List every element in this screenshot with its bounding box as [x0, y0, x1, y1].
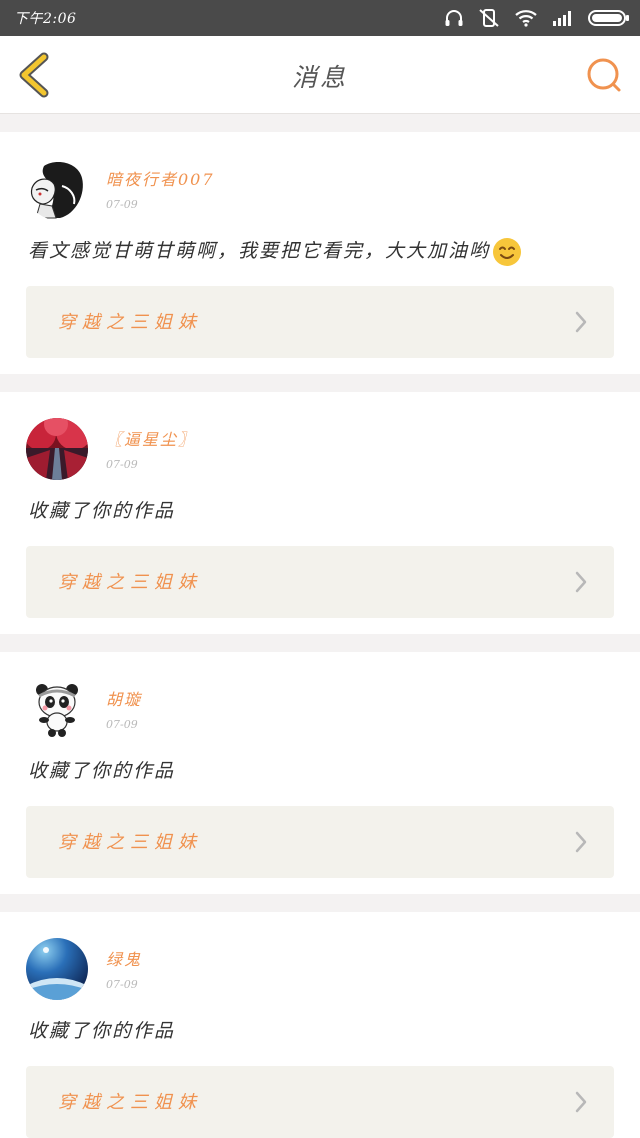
status-bar: 下午2:06: [0, 0, 640, 36]
chevron-right-icon: [575, 1091, 587, 1113]
page-title: 消息: [291, 63, 348, 92]
work-title: 穿越之三姐妹: [58, 572, 202, 593]
avatar[interactable]: [26, 938, 88, 1000]
message-text: 收藏了你的作品: [28, 500, 176, 522]
message-date: 07-09: [106, 198, 138, 211]
work-link[interactable]: 穿越之三姐妹: [26, 1066, 614, 1138]
red-tree-road-avatar: [26, 418, 88, 480]
username[interactable]: 胡璇: [106, 686, 142, 710]
message-date: 07-09: [106, 718, 138, 731]
avatar[interactable]: [26, 158, 88, 220]
message-card: 〖逼星尘〗 07-09 收藏了你的作品 穿越之三姐妹: [0, 392, 640, 634]
message-card: 暗夜行者007 07-09 看文感觉甘萌甘萌啊，我要把它看完，大大加油哟 穿越之…: [0, 132, 640, 374]
chevron-right-icon: [575, 831, 587, 853]
avatar[interactable]: [26, 678, 88, 740]
search-icon: [587, 58, 621, 92]
search-button[interactable]: [584, 56, 624, 96]
message-date: 07-09: [106, 978, 138, 991]
message-date: 07-09: [106, 458, 138, 471]
message-text: 看文感觉甘萌甘萌啊，我要把它看完，大大加油哟: [28, 236, 522, 267]
header: 消息: [0, 36, 640, 114]
work-title: 穿越之三姐妹: [58, 832, 202, 853]
message-text-content: 看文感觉甘萌甘萌啊，我要把它看完，大大加油哟: [28, 240, 491, 262]
headphones-icon: [445, 10, 463, 26]
work-link[interactable]: 穿越之三姐妹: [26, 286, 614, 358]
message-card: 胡璇 07-09 收藏了你的作品 穿越之三姐妹: [0, 652, 640, 894]
wifi-icon: [515, 10, 537, 27]
work-title: 穿越之三姐妹: [58, 1092, 202, 1113]
vibrate-off-icon: [479, 9, 499, 27]
chevron-right-icon: [575, 311, 587, 333]
smile-emoji: [493, 238, 522, 266]
work-title: 穿越之三姐妹: [58, 312, 202, 333]
username[interactable]: 绿鬼: [106, 946, 142, 970]
message-text: 收藏了你的作品: [28, 1020, 176, 1042]
signal-icon: [553, 11, 571, 26]
status-icons: [444, 8, 630, 28]
username[interactable]: 〖逼星尘〗: [106, 426, 196, 450]
battery-icon: [588, 10, 629, 26]
message-text: 收藏了你的作品: [28, 760, 176, 782]
ink-portrait-avatar: [26, 158, 88, 220]
status-time: 下午2:06: [14, 11, 77, 27]
message-card: 绿鬼 07-09 收藏了你的作品 穿越之三姐妹: [0, 912, 640, 1138]
chevron-right-icon: [575, 571, 587, 593]
username[interactable]: 暗夜行者007: [106, 166, 215, 190]
avatar[interactable]: [26, 418, 88, 480]
panda-avatar: [26, 678, 88, 740]
earth-space-avatar: [26, 938, 88, 1000]
work-link[interactable]: 穿越之三姐妹: [26, 806, 614, 878]
work-link[interactable]: 穿越之三姐妹: [26, 546, 614, 618]
